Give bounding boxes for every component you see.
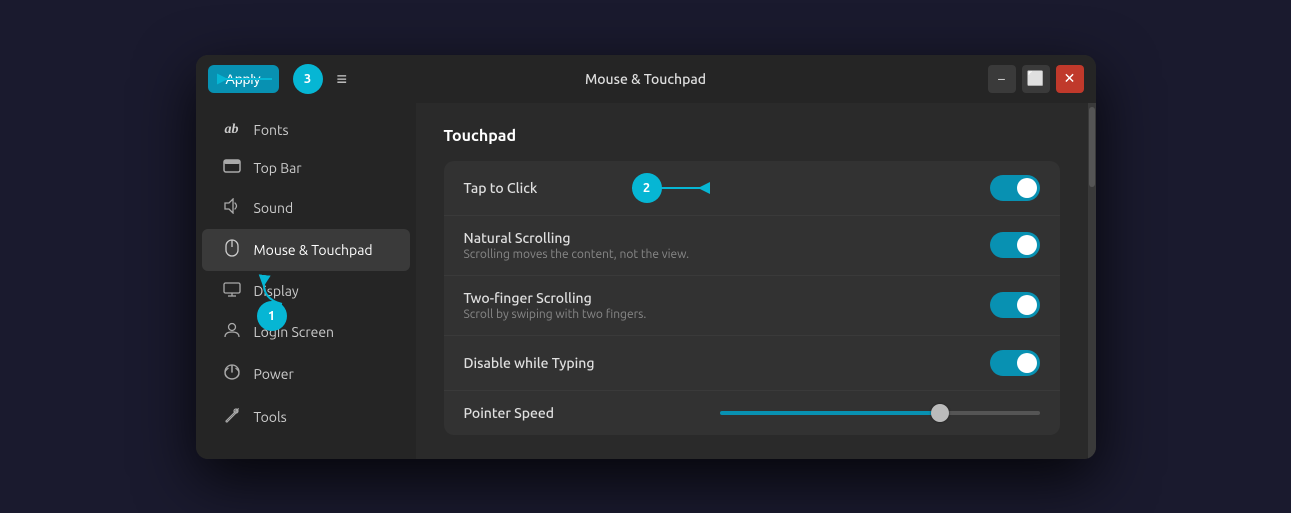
setting-row-natural-scrolling: Natural Scrolling Scrolling moves the co… [444, 216, 1060, 276]
setting-row-tap-to-click: Tap to Click 2 [444, 161, 1060, 216]
sidebar-label-topbar: Top Bar [254, 160, 302, 176]
sidebar: ab Fonts Top Bar [196, 103, 416, 459]
pointer-speed-slider[interactable] [720, 411, 1040, 415]
sidebar-item-fonts[interactable]: ab Fonts [202, 112, 410, 148]
window-controls: − ⬜ ✕ [988, 65, 1084, 93]
hamburger-menu[interactable]: ≡ [331, 66, 354, 92]
sidebar-item-login-screen[interactable]: Login Screen [202, 312, 410, 352]
content-area: ab Fonts Top Bar [196, 103, 1096, 459]
sidebar-item-tools[interactable]: Tools [202, 396, 410, 438]
toggle-tap-to-click[interactable] [990, 175, 1040, 201]
window-title: Mouse & Touchpad [585, 71, 706, 87]
topbar-icon [222, 159, 242, 177]
login-icon [222, 322, 242, 342]
setting-row-disable-while-typing: Disable while Typing [444, 336, 1060, 391]
settings-card: Tap to Click 2 [444, 161, 1060, 435]
arrow-3 [217, 69, 277, 89]
annotation-3: 3 [293, 64, 323, 94]
sound-icon [222, 198, 242, 218]
tools-icon [222, 406, 242, 428]
minimize-button[interactable]: − [988, 65, 1016, 93]
section-title: Touchpad [444, 127, 1060, 145]
fonts-icon: ab [222, 122, 242, 138]
power-icon [222, 363, 242, 385]
sidebar-label-tools: Tools [254, 409, 287, 425]
mouse-icon [222, 239, 242, 261]
setting-row-pointer-speed: Pointer Speed [444, 391, 1060, 435]
titlebar-left: Apply 3 ≡ [208, 64, 354, 94]
toggle-natural-scrolling[interactable] [990, 232, 1040, 258]
sidebar-label-fonts: Fonts [254, 122, 289, 138]
sidebar-label-power: Power [254, 366, 294, 382]
slider-container-pointer-speed [720, 411, 1040, 415]
sidebar-item-power[interactable]: Power [202, 353, 410, 395]
setting-label-disable-while-typing: Disable while Typing [464, 355, 595, 371]
sidebar-item-sound[interactable]: Sound [202, 188, 410, 228]
toggle-disable-while-typing[interactable] [990, 350, 1040, 376]
sidebar-item-mouse-touchpad[interactable]: Mouse & Touchpad 1 [202, 229, 410, 271]
close-button[interactable]: ✕ [1056, 65, 1084, 93]
setting-label-tap-to-click: Tap to Click [464, 180, 538, 196]
maximize-button[interactable]: ⬜ [1022, 65, 1050, 93]
setting-label-natural-scrolling: Natural Scrolling Scrolling moves the co… [464, 230, 690, 261]
scrollbar-thumb [1089, 107, 1095, 187]
sidebar-label-mouse: Mouse & Touchpad [254, 242, 373, 258]
toggle-two-finger-scrolling[interactable] [990, 292, 1040, 318]
scrollbar[interactable] [1088, 103, 1096, 459]
sidebar-item-topbar[interactable]: Top Bar [202, 149, 410, 187]
setting-row-two-finger-scrolling: Two-finger Scrolling Scroll by swiping w… [444, 276, 1060, 336]
main-content: Touchpad Tap to Click 2 [416, 103, 1088, 459]
annotation-area-2: 2 [632, 178, 712, 198]
titlebar: Apply 3 ≡ Mouse & Touchpad [196, 55, 1096, 103]
display-icon [222, 282, 242, 301]
arrow-2 [632, 178, 712, 198]
sidebar-label-sound: Sound [254, 200, 294, 216]
sidebar-item-display[interactable]: Display [202, 272, 410, 311]
setting-label-two-finger-scrolling: Two-finger Scrolling Scroll by swiping w… [464, 290, 647, 321]
arrow-1 [252, 269, 292, 309]
app-window: Apply 3 ≡ Mouse & Touchpad [196, 55, 1096, 459]
